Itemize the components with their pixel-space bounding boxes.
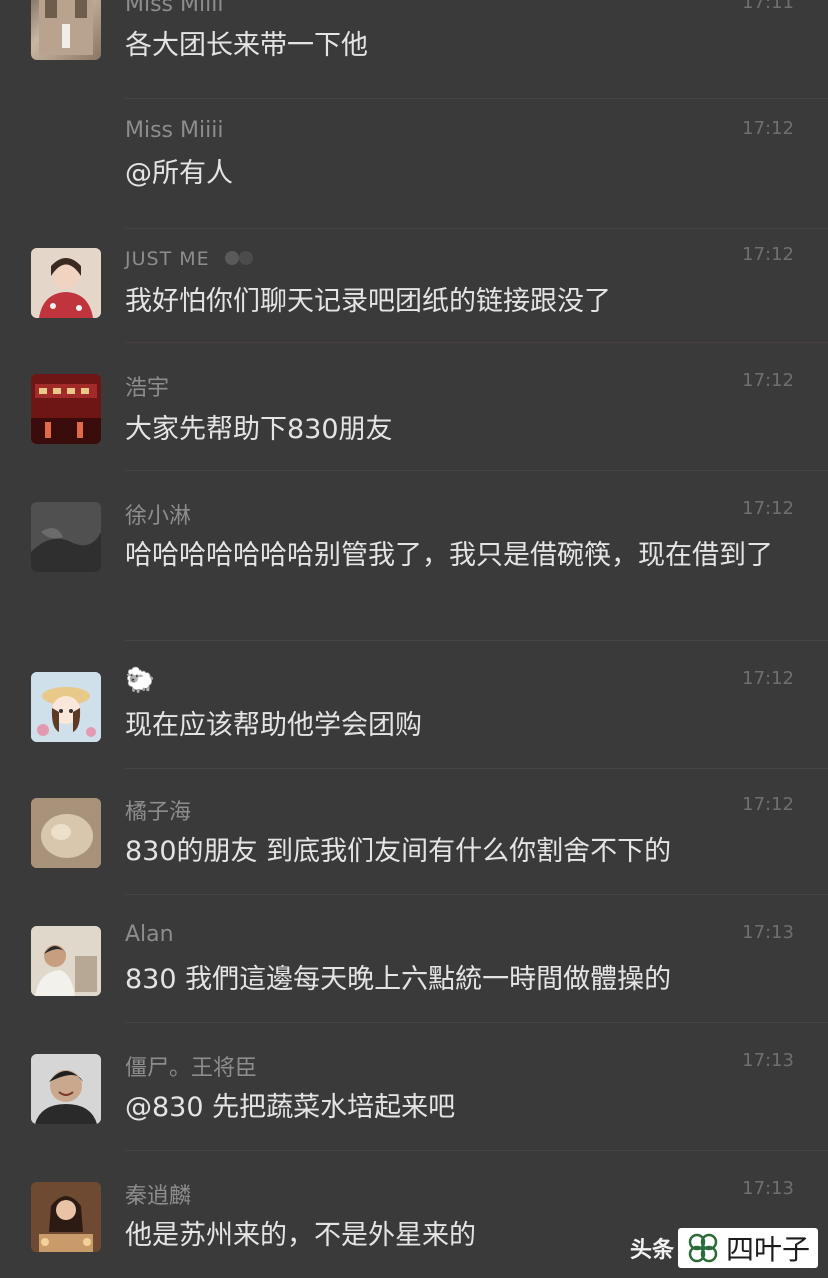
sender-name: Miss Miiii <box>125 118 224 143</box>
avatar[interactable] <box>31 248 101 318</box>
sender-name: 橘子海 <box>125 800 192 825</box>
message-text: 830的朋友 到底我们友间有什么你割舍不下的 <box>125 836 672 867</box>
timestamp: 17:12 <box>742 668 794 689</box>
divider <box>125 1022 828 1023</box>
message-text: 哈哈哈哈哈哈哈别管我了，我只是借碗筷，现在借到了 <box>125 540 773 571</box>
divider <box>125 470 828 471</box>
chat-message: 橘子海 17:12 830的朋友 到底我们友间有什么你割舍不下的 <box>0 790 828 900</box>
chat-message: 徐小淋 17:12 哈哈哈哈哈哈哈别管我了，我只是借碗筷，现在借到了 <box>0 494 828 644</box>
watermark-badge: 四叶子 <box>677 1228 818 1268</box>
message-text: 大家先帮助下830朋友 <box>125 414 393 445</box>
chat-message: Alan 17:13 830 我們這邊每天晚上六點統一時間做體操的 <box>0 918 828 1028</box>
divider <box>125 1150 828 1151</box>
message-text: 各大团长来带一下他 <box>125 30 368 61</box>
sender-name: Alan <box>125 922 174 947</box>
message-text: 830 我們這邊每天晚上六點統一時間做體操的 <box>125 964 672 995</box>
clover-icon <box>686 1231 720 1265</box>
chat-message: 浩宇 17:12 大家先帮助下830朋友 <box>0 366 828 476</box>
avatar[interactable] <box>31 0 101 60</box>
timestamp: 17:13 <box>742 922 794 943</box>
bubbles-icon <box>223 249 255 271</box>
avatar[interactable] <box>31 502 101 572</box>
sender-name: 秦逍麟 <box>125 1184 192 1209</box>
message-text: 现在应该帮助他学会团购 <box>125 710 422 741</box>
sender-name-text: JUST ME <box>125 248 210 270</box>
sender-name: 🐑 <box>125 666 155 694</box>
divider <box>125 98 828 99</box>
divider <box>125 768 828 769</box>
avatar[interactable] <box>31 1054 101 1124</box>
avatar[interactable] <box>31 374 101 444</box>
sender-name: 浩宇 <box>125 376 170 401</box>
timestamp: 17:13 <box>742 1050 794 1071</box>
avatar[interactable] <box>31 672 101 742</box>
timestamp: 17:13 <box>742 1178 794 1199</box>
divider <box>125 894 828 895</box>
chat-message: Miss Miiii 17:11 各大团长来带一下他 <box>0 0 828 110</box>
timestamp: 17:12 <box>742 244 794 265</box>
chat-message: Miss Miiii 17:12 @所有人 <box>0 112 828 222</box>
sender-name: 僵尸。王将臣 <box>125 1056 258 1081</box>
message-text: @所有人 <box>125 158 233 189</box>
divider <box>125 342 828 343</box>
timestamp: 17:12 <box>742 794 794 815</box>
avatar[interactable] <box>31 798 101 868</box>
timestamp: 17:12 <box>742 498 794 519</box>
timestamp: 17:11 <box>742 0 794 13</box>
message-text: 我好怕你们聊天记录吧团纸的链接跟没了 <box>125 286 611 317</box>
chat-message: 🐑 17:12 现在应该帮助他学会团购 <box>0 664 828 774</box>
chat-message: JUST ME 17:12 我好怕你们聊天记录吧团纸的链接跟没了 <box>0 240 828 350</box>
avatar[interactable] <box>31 1182 101 1252</box>
divider <box>125 228 828 229</box>
sender-name: Miss Miiii <box>125 0 224 17</box>
message-text: @830 先把蔬菜水培起来吧 <box>125 1092 456 1123</box>
watermark-brand: 四叶子 <box>725 1233 810 1266</box>
watermark: 头条 四叶子 <box>630 1226 818 1270</box>
timestamp: 17:12 <box>742 370 794 391</box>
divider <box>125 640 828 641</box>
timestamp: 17:12 <box>742 118 794 139</box>
sender-name: JUST ME <box>125 248 255 271</box>
sender-name: 徐小淋 <box>125 504 192 529</box>
chat-message: 僵尸。王将臣 17:13 @830 先把蔬菜水培起来吧 <box>0 1046 828 1156</box>
avatar[interactable] <box>31 926 101 996</box>
watermark-source: 头条 <box>629 1238 674 1263</box>
